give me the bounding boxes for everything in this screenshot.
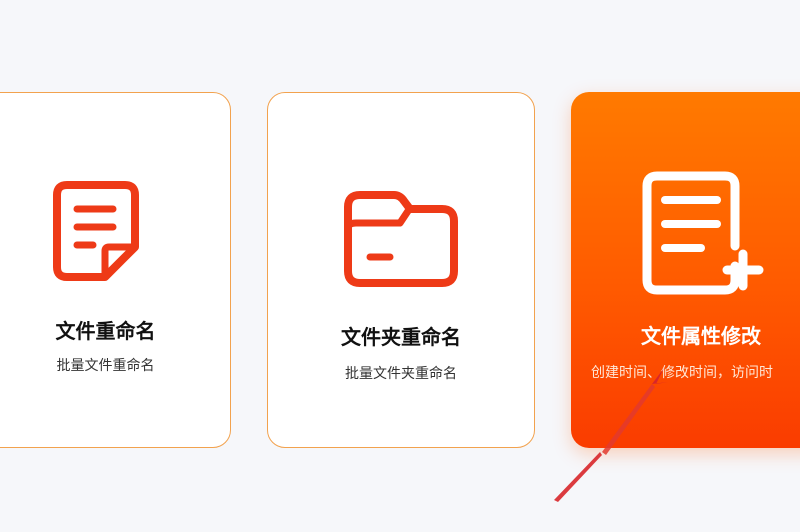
card-title: 文件夹重命名	[341, 325, 461, 349]
document-icon	[53, 181, 139, 281]
document-plus-icon	[642, 171, 764, 295]
card-subtitle: 创建时间、修改时间，访问时	[591, 365, 773, 381]
folder-rename-card[interactable]: 文件夹重命名 批量文件夹重命名	[267, 92, 535, 448]
card-subtitle: 批量文件夹重命名	[345, 366, 457, 382]
card-subtitle: 批量文件重命名	[56, 358, 155, 374]
file-attribute-edit-card[interactable]: 文件属性修改 创建时间、修改时间，访问时	[571, 92, 800, 448]
card-title: 文件属性修改	[641, 324, 761, 348]
folder-icon	[344, 191, 458, 287]
card-title: 文件重命名	[55, 319, 156, 343]
file-rename-card[interactable]: 文件重命名 批量文件重命名	[0, 92, 231, 448]
